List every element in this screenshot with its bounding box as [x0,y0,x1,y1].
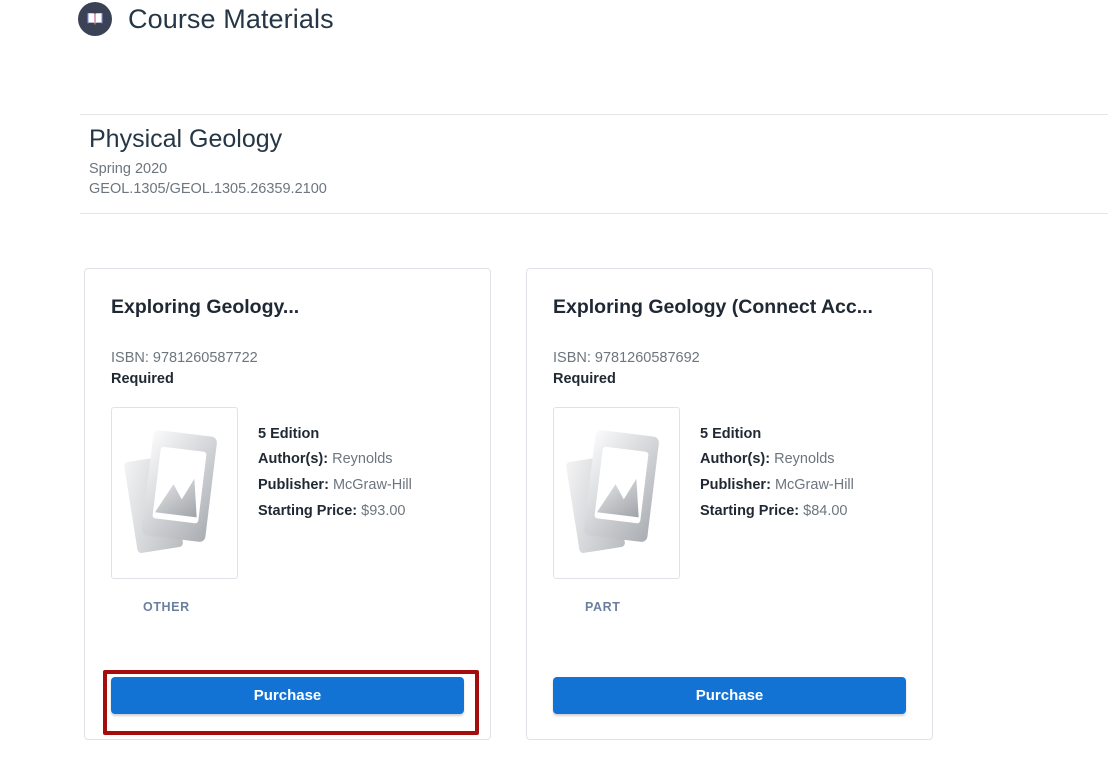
material-publisher: Publisher: McGraw-Hill [700,473,854,499]
open-book-icon [78,2,112,36]
material-media: 5 Edition Author(s): Reynolds Publisher:… [111,406,464,579]
material-publisher-value: McGraw-Hill [774,477,854,494]
page-title: Course Materials [128,3,334,34]
material-card: Exploring Geology... ISBN: 9781260587722… [84,268,491,740]
image-placeholder-icon [553,406,680,579]
material-isbn: ISBN: 9781260587692 [553,350,700,367]
material-edition: 5 Edition [258,425,320,442]
material-details: 5 Edition Author(s): Reynolds Publisher:… [258,407,412,579]
materials-list: Exploring Geology... ISBN: 9781260587722… [84,268,933,740]
purchase-button[interactable]: Purchase [553,677,906,714]
material-card: Exploring Geology (Connect Acc... ISBN: … [526,268,933,740]
course-info: Physical Geology Spring 2020 GEOL.1305/G… [89,124,327,199]
material-price-label: Starting Price: [258,502,358,519]
material-author-label: Author(s): [700,451,771,468]
material-badge: PART [585,600,621,614]
material-isbn: ISBN: 9781260587722 [111,350,258,367]
material-media: 5 Edition Author(s): Reynolds Publisher:… [553,406,906,579]
material-details: 5 Edition Author(s): Reynolds Publisher:… [700,407,854,579]
material-title: Exploring Geology (Connect Acc... [553,296,873,318]
material-author-label: Author(s): [258,451,329,468]
material-author: Author(s): Reynolds [700,447,854,473]
material-price-value: $84.00 [803,502,848,519]
page-header: Course Materials [78,2,334,36]
material-publisher: Publisher: McGraw-Hill [258,473,412,499]
material-requirement: Required [553,370,616,387]
material-price: Starting Price: $93.00 [258,499,412,525]
course-name: Physical Geology [89,125,283,153]
material-author-value: Reynolds [774,451,835,468]
purchase-button-wrap: Purchase [111,677,464,714]
material-badge: OTHER [143,600,190,614]
course-term: Spring 2020 [89,161,168,177]
material-edition: 5 Edition [700,425,762,442]
material-publisher-label: Publisher: [258,477,329,494]
material-price: Starting Price: $84.00 [700,499,854,525]
material-price-label: Starting Price: [700,502,800,519]
divider-top [80,114,1108,115]
material-price-value: $93.00 [361,502,406,519]
material-title: Exploring Geology... [111,296,300,318]
material-publisher-label: Publisher: [700,477,771,494]
image-placeholder-icon [111,406,238,579]
course-code: GEOL.1305/GEOL.1305.26359.2100 [89,180,327,197]
purchase-button-wrap: Purchase [553,677,906,714]
material-author-value: Reynolds [332,451,393,468]
material-publisher-value: McGraw-Hill [332,477,412,494]
material-author: Author(s): Reynolds [258,447,412,473]
material-requirement: Required [111,370,174,387]
purchase-button[interactable]: Purchase [111,677,464,714]
divider-middle [80,213,1108,214]
